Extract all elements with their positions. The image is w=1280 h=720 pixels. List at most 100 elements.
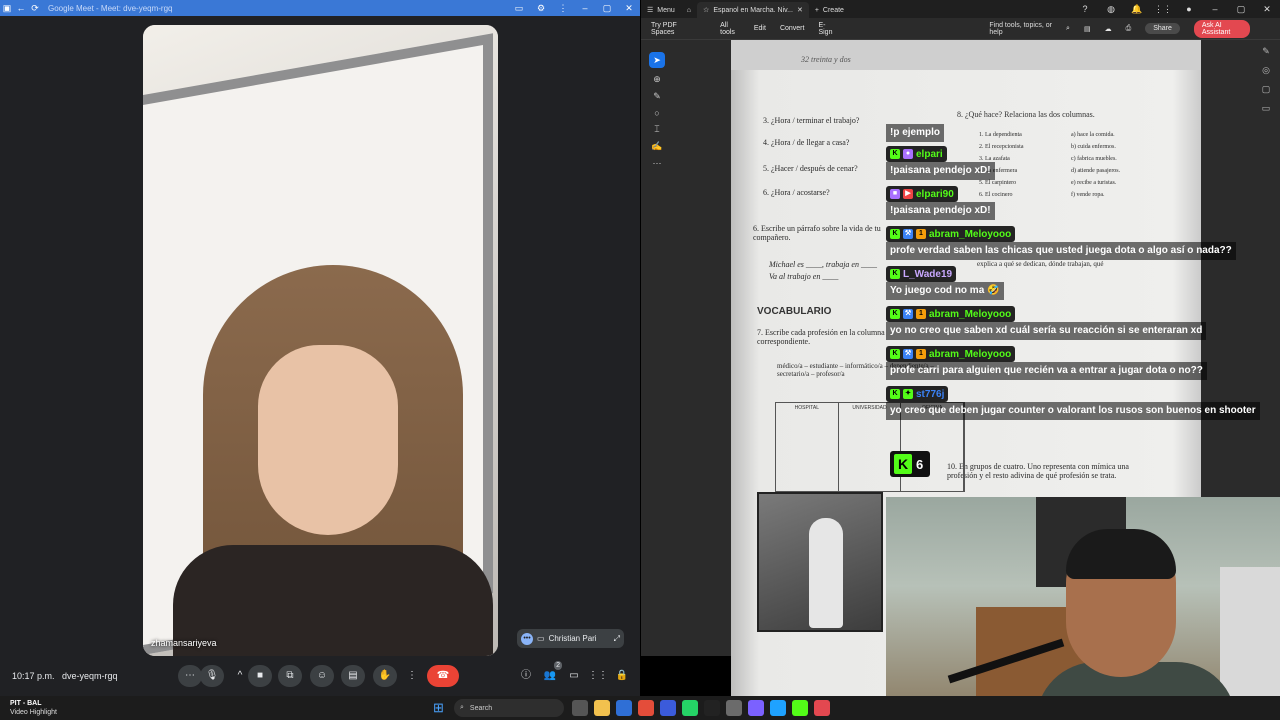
home-button[interactable]: ⌂ <box>681 2 697 18</box>
chrome-icon[interactable] <box>638 700 654 716</box>
tab-close-icon[interactable]: ✕ <box>797 6 803 14</box>
lasso-tool-icon[interactable]: ○ <box>654 108 659 118</box>
chat-username: K ⚒ 1 abram_Meloyooo <box>886 226 1016 242</box>
chat-message: ■ ▶ elpari90 !paisana pendejo xD! <box>886 186 995 220</box>
minimize-button[interactable]: – <box>1202 4 1228 15</box>
pdf-line: 3. ¿Hora / terminar el trabajo? <box>763 116 860 125</box>
more-options-icon[interactable]: ••• <box>521 632 533 645</box>
expand-icon[interactable]: ⤢ <box>614 634 620 644</box>
save-icon[interactable]: ▤ <box>1084 25 1091 33</box>
toolbar-convert[interactable]: Convert <box>780 25 805 32</box>
kick-badge-icon: K <box>890 149 900 159</box>
text-select-icon[interactable]: ⌶ <box>654 124 659 135</box>
more-icon[interactable]: ⋮ <box>552 3 574 14</box>
participant-video-tile[interactable]: zhamansariyeva <box>143 25 498 656</box>
maximize-button[interactable]: ▢ <box>1228 4 1254 15</box>
present-screen-icon[interactable]: ⧉ <box>278 665 302 687</box>
apps-icon[interactable]: ⋮⋮ <box>1150 4 1176 15</box>
pdf-line: Michael es ____, trabaja en ____ <box>769 260 877 269</box>
end-call-button[interactable]: ☎ <box>427 665 459 687</box>
kick-app-icon[interactable] <box>792 700 808 716</box>
search-icon[interactable]: ⌕ <box>1066 25 1070 33</box>
create-button[interactable]: + Create <box>809 2 850 18</box>
activities-icon[interactable]: ⋮⋮ <box>586 665 610 687</box>
app-icon[interactable] <box>748 700 764 716</box>
bell-icon[interactable]: 🔔 <box>1124 4 1150 15</box>
edge-icon[interactable] <box>616 700 632 716</box>
globe-icon[interactable]: ◍ <box>1098 4 1124 15</box>
chat-user-name: L_Wade19 <box>903 268 953 280</box>
print-icon[interactable]: ⎙ <box>1126 25 1132 33</box>
find-tools-search[interactable]: Find tools, topics, or help <box>989 22 1052 36</box>
minimize-button[interactable]: – <box>574 3 596 14</box>
more-audio-options-icon[interactable]: ⋯ <box>178 665 202 687</box>
streamer-hair <box>1066 529 1176 579</box>
obs-icon[interactable] <box>726 700 742 716</box>
whatsapp-icon[interactable] <box>682 700 698 716</box>
help-icon[interactable]: ? <box>1072 4 1098 15</box>
chat-user-name: abram_Meloyooo <box>929 228 1012 240</box>
taskbar-search[interactable]: ⌕ Search <box>454 699 564 717</box>
camera-toggle-icon[interactable]: ■ <box>248 665 272 687</box>
mic-icon[interactable]: 🎙 <box>200 665 224 687</box>
zoom-tool-icon[interactable]: ⊕ <box>653 74 661 85</box>
chat-bubble-icon[interactable]: ▢ <box>1262 84 1271 95</box>
host-controls-icon[interactable]: 🔒 <box>610 665 634 687</box>
file-explorer-icon[interactable] <box>594 700 610 716</box>
pdf-line: c) fabrica muebles. <box>1071 156 1117 162</box>
task-view-icon[interactable] <box>572 700 588 716</box>
cast-icon[interactable]: ▭ <box>508 3 530 14</box>
more-options-icon[interactable]: ⋮ <box>400 665 424 687</box>
pen-tool-icon[interactable]: ✎ <box>653 91 661 102</box>
widgets-button[interactable]: PIT - BAL Video Highlight <box>10 699 57 717</box>
ask-ai-button[interactable]: Ask AI Assistant <box>1193 19 1250 38</box>
more-tools-icon[interactable]: ⋯ <box>653 158 662 169</box>
stamp-icon[interactable]: ✍ <box>651 141 662 152</box>
raise-hand-icon[interactable]: ✋ <box>373 665 397 687</box>
toolbar-esign[interactable]: E-Sign <box>818 22 835 36</box>
maximize-button[interactable]: ▢ <box>596 3 618 14</box>
windows-taskbar: PIT - BAL Video Highlight ⊞ ⌕ Search <box>0 696 1280 720</box>
streamer-webcam <box>886 497 1280 720</box>
comment-icon[interactable]: ✎ <box>1262 46 1270 57</box>
chat-icon[interactable]: ▭ <box>562 665 586 687</box>
chat-message: K ⚒ 1 abram_Meloyooo yo no creo que saben x… <box>886 306 1207 340</box>
pdf-line: 6. ¿Hora / acostarse? <box>763 188 830 197</box>
try-pdf-spaces-button[interactable]: Try PDF Spaces <box>651 22 692 36</box>
hamburger-icon: ☰ <box>647 7 654 14</box>
toolbar-edit[interactable]: Edit <box>754 25 766 32</box>
upload-icon[interactable]: ☁ <box>1105 25 1112 33</box>
camera-icon: ▭ <box>537 634 545 643</box>
reload-icon[interactable]: ⟳ <box>28 3 42 14</box>
back-icon[interactable]: ← <box>14 3 28 13</box>
share-button[interactable]: Share <box>1145 23 1180 34</box>
windows-start-icon[interactable]: ⊞ <box>433 700 449 716</box>
select-tool-icon[interactable]: ➤ <box>649 52 665 68</box>
info-icon[interactable]: ⓘ <box>514 665 538 687</box>
account-icon[interactable]: ● <box>1176 4 1202 15</box>
app-icon[interactable] <box>770 700 786 716</box>
chat-username: K ⚒ 1 abram_Meloyooo <box>886 346 1016 362</box>
app-icon[interactable] <box>660 700 676 716</box>
close-button[interactable]: ✕ <box>618 3 640 14</box>
close-button[interactable]: ✕ <box>1254 4 1280 15</box>
ai-icon[interactable]: ◎ <box>1262 65 1270 76</box>
meeting-code: dve-yeqm-rgq <box>62 671 118 681</box>
home-icon: ⌂ <box>686 6 692 14</box>
acrobat-icon[interactable] <box>814 700 830 716</box>
extensions-icon[interactable]: ⚙ <box>530 3 552 14</box>
pdf-previous-page: 32 treinta y dos <box>731 40 1201 70</box>
chat-text: !p ejemplo <box>886 124 945 142</box>
emoji-icon[interactable]: ☺ <box>310 665 334 687</box>
self-view-pip[interactable]: ••• ▭ Christian Pari ⤢ <box>517 629 624 648</box>
chat-text: !paisana pendejo xD! <box>886 202 995 220</box>
tiktok-icon[interactable] <box>704 700 720 716</box>
gift-badge-icon: 1 <box>916 349 926 359</box>
pdf-exercise-7: 7. Escribe cada profesión en la columna … <box>757 328 885 346</box>
people-icon[interactable]: 👥 2 <box>538 661 562 687</box>
document-tab[interactable]: ☆ Espanol en Marcha. Niv... ✕ <box>697 2 809 18</box>
pages-icon[interactable]: ▭ <box>1262 103 1271 114</box>
menu-button[interactable]: ☰ Menu <box>641 2 681 18</box>
toolbar-all-tools[interactable]: All tools <box>720 22 740 36</box>
captions-icon[interactable]: ▤ <box>341 665 365 687</box>
